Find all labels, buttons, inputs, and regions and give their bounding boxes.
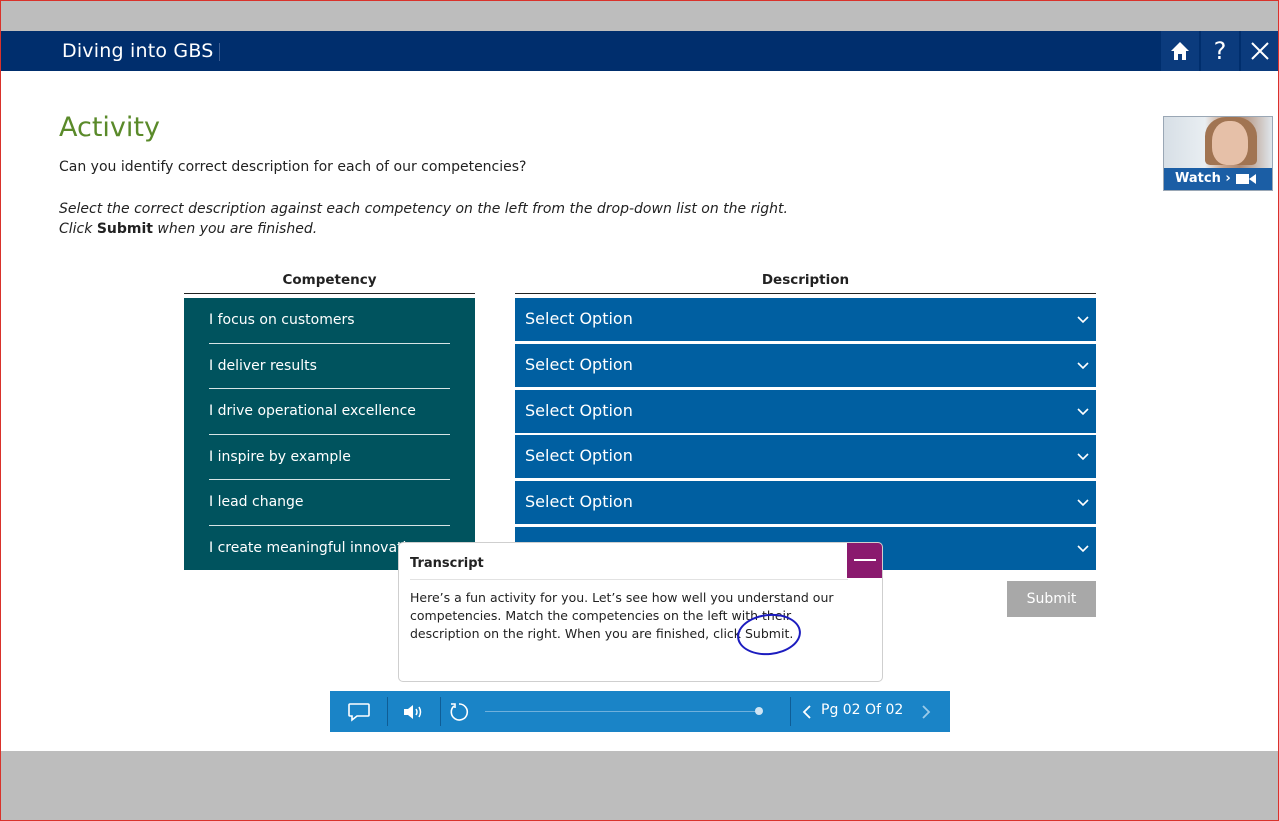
watch-label: Watch › [1175,171,1231,186]
activity-instructions: Select the correct description against e… [59,199,788,239]
dropdown-label: Select Option [525,309,633,328]
control-divider [387,697,388,726]
presenter-face [1212,121,1248,165]
transcript-title: Transcript [410,556,484,571]
transcript-panel: Transcript Here’s a fun activity for you… [398,542,883,682]
previous-page-icon[interactable] [800,701,814,723]
home-icon [1171,42,1189,60]
instruction-submit-word: Submit [96,221,153,237]
minimize-icon [854,559,876,561]
chevron-down-icon [1077,453,1089,461]
course-title: Diving into GBS [62,40,214,62]
progress-handle[interactable] [755,707,763,715]
transcript-minimize-button[interactable] [847,543,882,578]
control-divider [790,697,791,726]
dropdown-label: Select Option [525,401,633,420]
page-indicator: Pg 02 Of 02 [821,702,904,718]
chevron-down-icon [1077,316,1089,324]
description-dropdown-4[interactable]: Select Option [515,435,1096,478]
close-button[interactable] [1240,31,1279,71]
top-bar: Diving into GBS ? [1,31,1279,71]
title-divider [219,43,220,61]
dropdown-label: Select Option [525,492,633,511]
competency-item: I lead change [209,480,450,526]
description-column-header: Description [515,272,1096,294]
control-divider [440,697,441,726]
competency-item: I drive operational excellence [209,389,450,435]
instruction-prefix: Click [59,221,97,237]
volume-icon[interactable] [402,701,426,723]
instruction-line-2: Click Submit when you are finished. [59,219,788,239]
instruction-suffix: when you are finished. [152,221,318,237]
submit-button[interactable]: Submit [1007,581,1096,617]
help-icon: ? [1213,37,1227,65]
transcript-divider [410,579,848,580]
instruction-line-1: Select the correct description against e… [59,201,788,217]
dropdown-label: Select Option [525,355,633,374]
next-page-icon[interactable] [919,701,933,723]
competency-item: I deliver results [209,344,450,389]
dropdown-label: Select Option [525,446,633,465]
page-heading: Activity [59,112,160,143]
watch-bar: Watch › [1164,168,1272,190]
competency-list: I focus on customers I deliver results I… [184,298,475,570]
chevron-down-icon [1077,545,1089,553]
activity-page: Activity Can you identify correct descri… [1,71,1278,751]
replay-icon[interactable] [448,701,470,723]
transcript-toggle-icon[interactable] [347,701,371,723]
activity-question: Can you identify correct description for… [59,159,527,175]
description-dropdown-3[interactable]: Select Option [515,390,1096,433]
description-dropdown-1[interactable]: Select Option [515,298,1096,341]
help-button[interactable]: ? [1200,31,1239,71]
competency-column-header: Competency [184,272,475,294]
competency-item: I focus on customers [209,298,450,344]
description-dropdown-5[interactable]: Select Option [515,481,1096,524]
chevron-down-icon [1077,362,1089,370]
video-camera-icon [1236,174,1256,184]
progress-track[interactable] [485,711,760,712]
competency-item: I inspire by example [209,435,450,480]
bottom-backdrop [1,751,1278,820]
close-icon [1251,42,1269,60]
chevron-down-icon [1077,499,1089,507]
chevron-down-icon [1077,408,1089,416]
description-dropdown-2[interactable]: Select Option [515,344,1096,387]
watch-video-thumbnail[interactable]: Watch › [1163,116,1273,191]
home-button[interactable] [1160,31,1199,71]
player-controls: Pg 02 Of 02 [330,691,950,732]
